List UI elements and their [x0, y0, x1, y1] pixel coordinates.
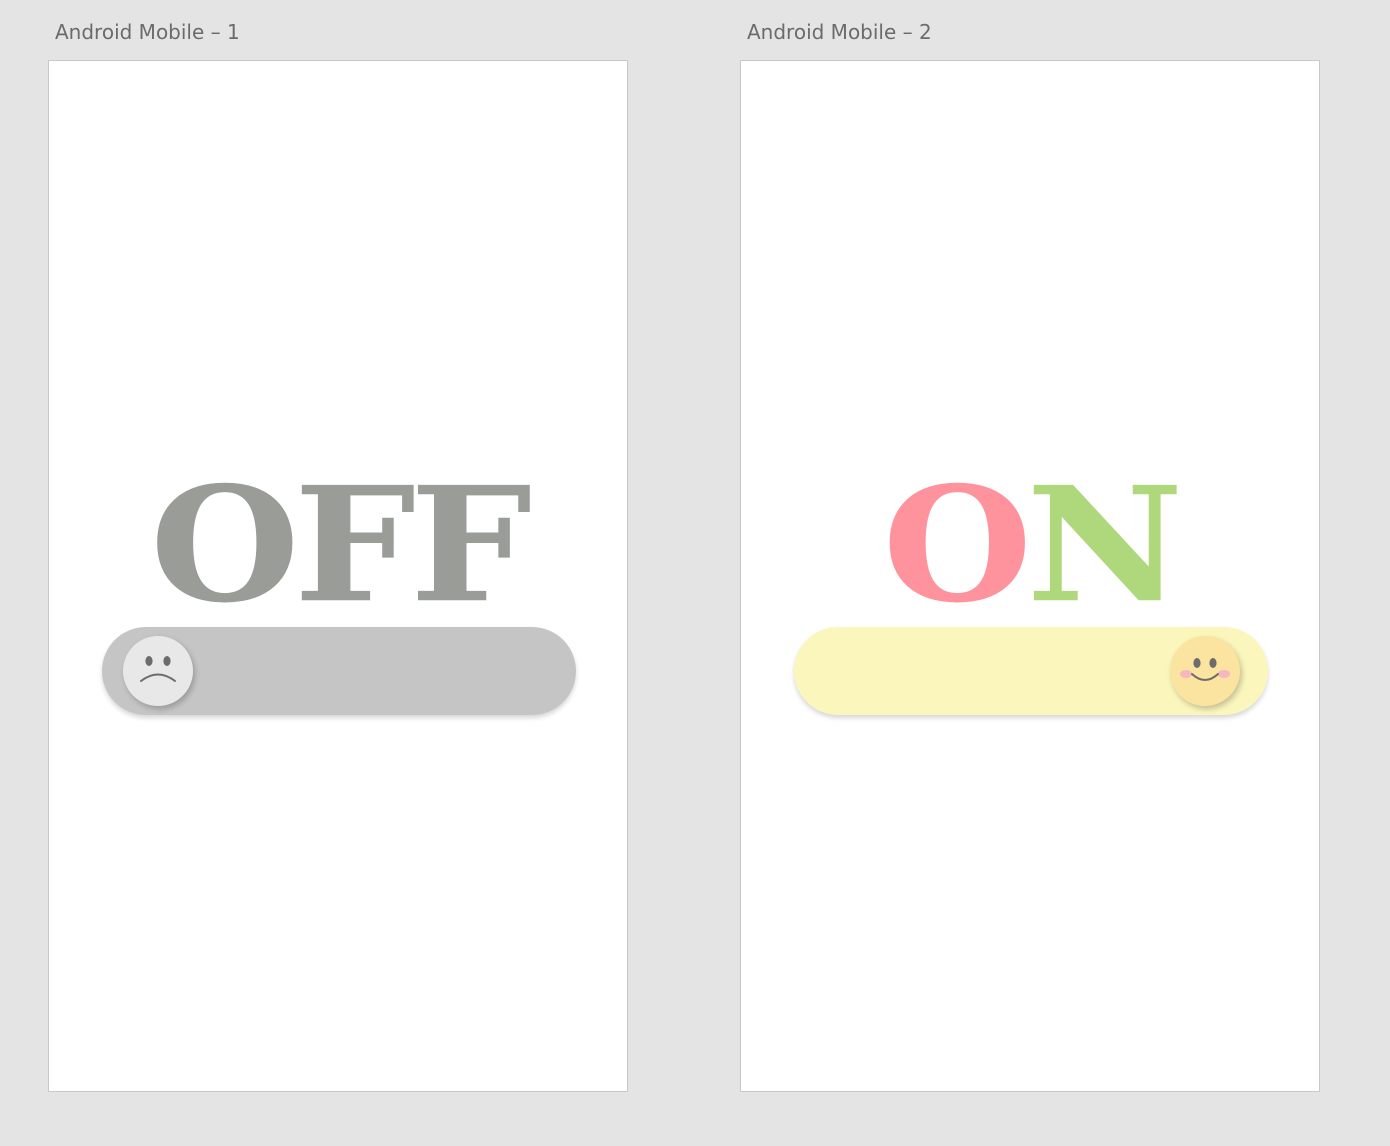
on-letter-o: O — [882, 451, 1032, 638]
off-letter-f2: F — [409, 451, 532, 638]
toggle-knob-off[interactable] — [123, 636, 193, 706]
toggle-switch-off[interactable] — [102, 627, 576, 715]
off-letter-o: O — [149, 451, 300, 638]
artboard-title-1: Android Mobile – 1 — [55, 20, 240, 44]
artboard-title-2: Android Mobile – 2 — [747, 20, 932, 44]
off-letter-f1: F — [293, 451, 416, 638]
toggle-switch-on[interactable] — [794, 627, 1268, 715]
on-letter-n: N — [1026, 451, 1183, 638]
off-label: OFF — [49, 459, 627, 631]
artboard-android-mobile-2: ON — [740, 60, 1320, 1092]
on-label: ON — [741, 459, 1319, 631]
artboard-android-mobile-1: OFF — [48, 60, 628, 1092]
toggle-knob-on[interactable] — [1170, 636, 1240, 706]
happy-face-icon — [1180, 658, 1230, 681]
sad-face-icon — [140, 656, 176, 682]
